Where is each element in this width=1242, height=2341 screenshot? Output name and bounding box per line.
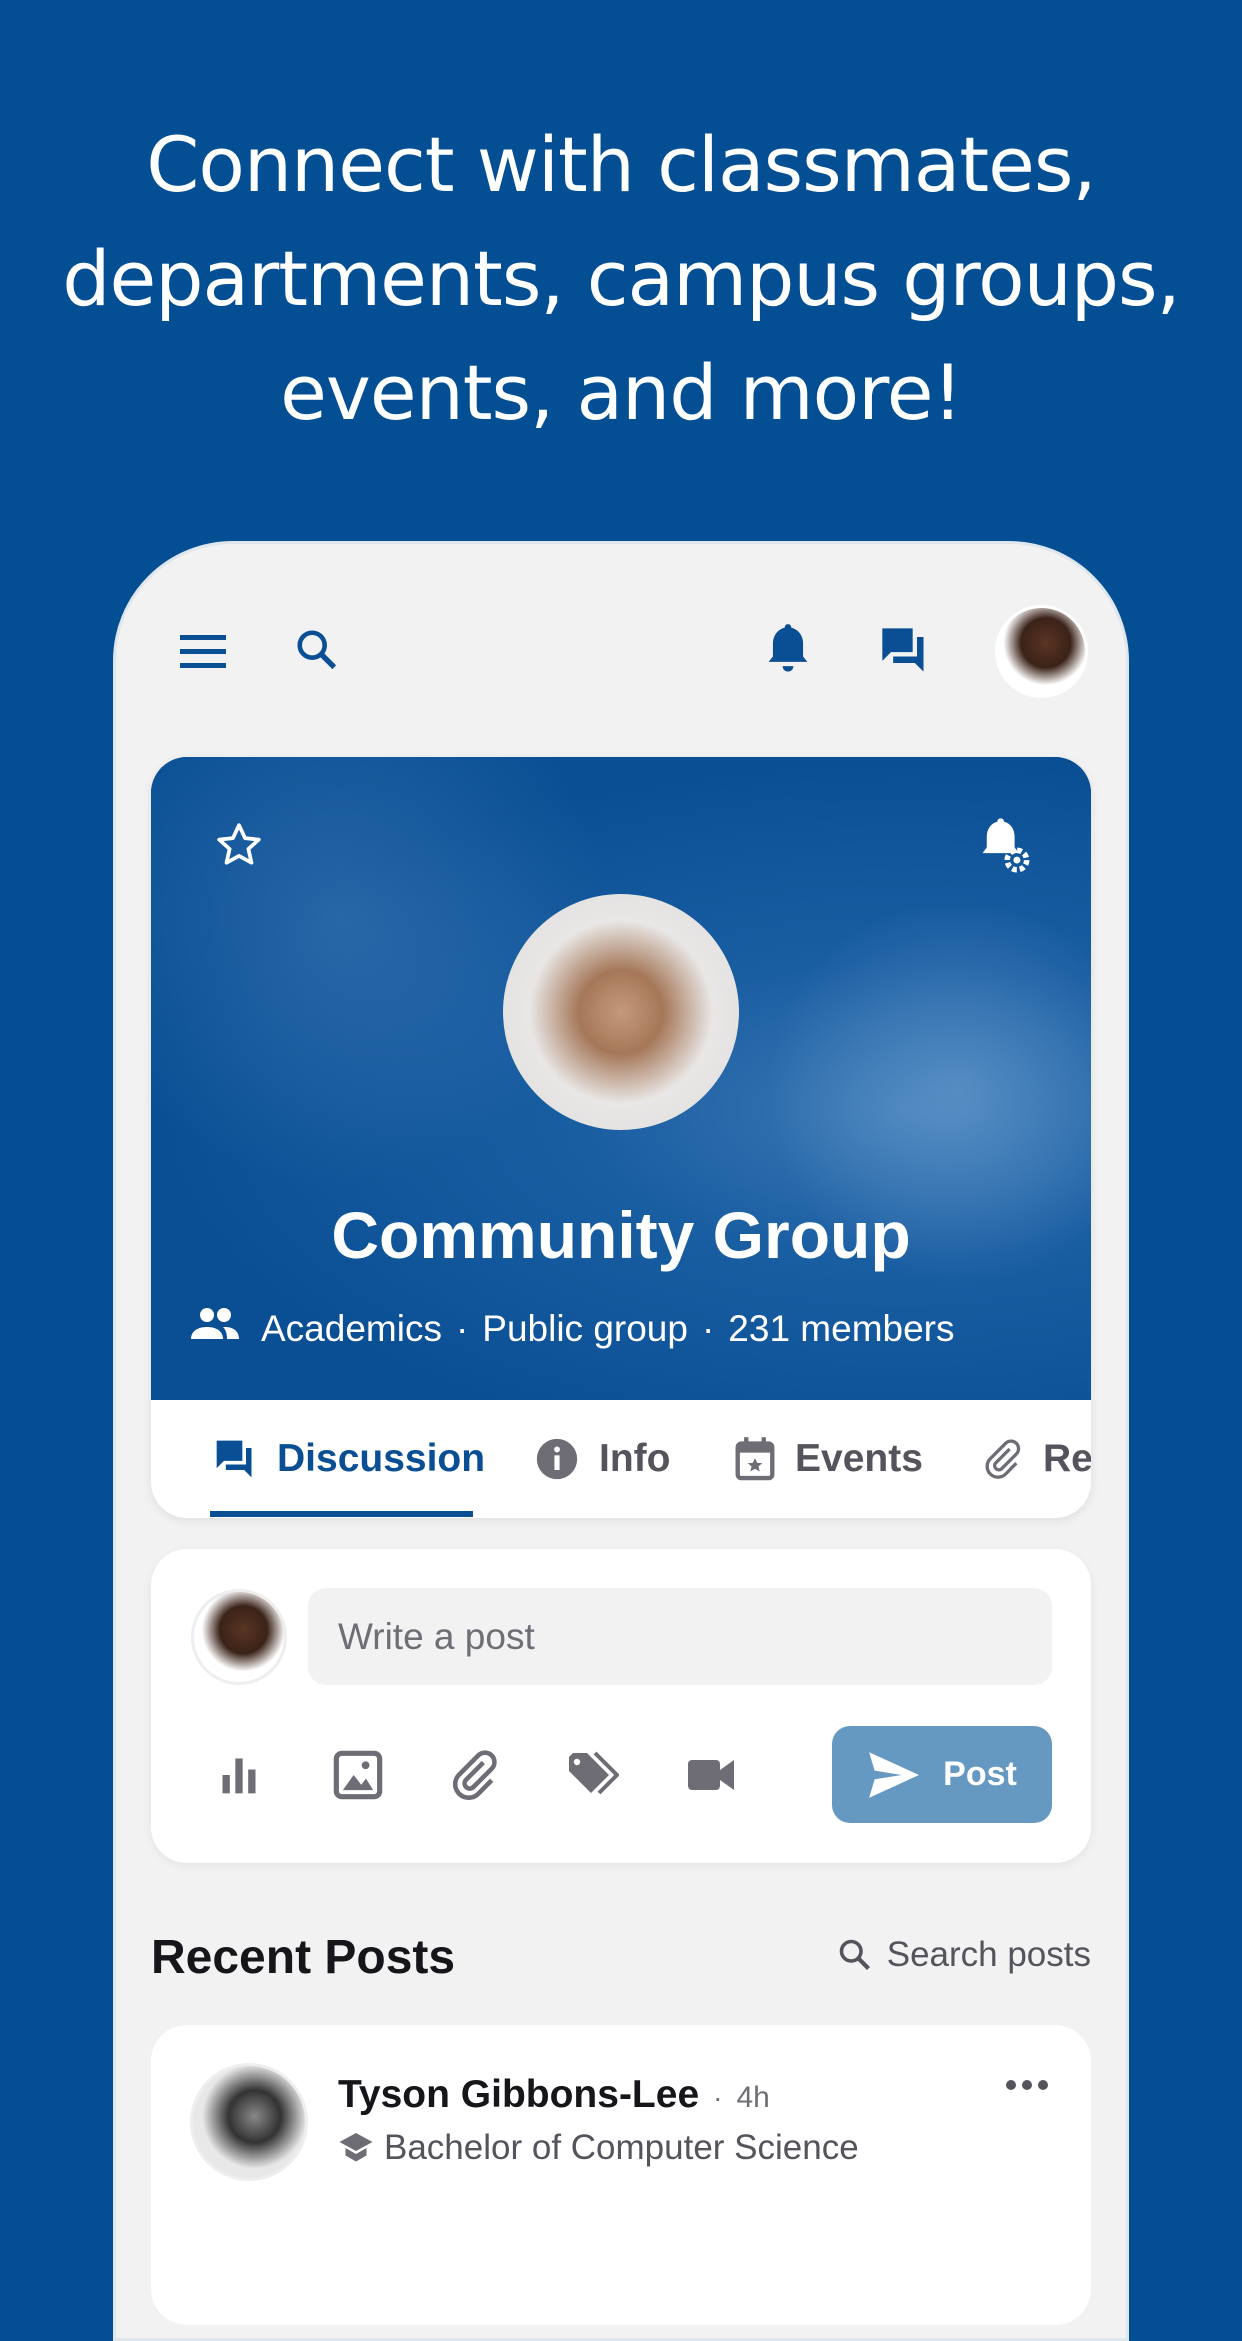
author-avatar[interactable]: [190, 2063, 308, 2181]
post-time: 4h: [736, 2081, 770, 2114]
post-header: Tyson Gibbons-Lee · 4h: [338, 2073, 770, 2117]
headline-line: departments, campus groups,: [62, 234, 1181, 323]
search-posts-label: Search posts: [886, 1935, 1091, 1974]
active-tab-indicator: [210, 1511, 473, 1517]
search-icon: [839, 1939, 870, 1970]
post-button[interactable]: Post: [832, 1726, 1052, 1823]
video-icon[interactable]: [684, 1747, 740, 1803]
tab-events[interactable]: Events: [735, 1400, 923, 1518]
info-icon: [536, 1438, 578, 1480]
calendar-icon: [735, 1437, 775, 1481]
tab-label: Discussion: [277, 1437, 486, 1480]
separator: ·: [455, 1307, 469, 1349]
group-meta: Academics · Public group · 231 members: [191, 1307, 955, 1350]
headline: Connect with classmates, departments, ca…: [0, 108, 1242, 450]
separator: ·: [713, 2082, 723, 2113]
poll-icon[interactable]: [213, 1749, 265, 1801]
graduation-cap-icon: [339, 2133, 373, 2162]
tab-label: Events: [795, 1437, 923, 1480]
send-icon: [869, 1751, 920, 1798]
separator: ·: [701, 1307, 715, 1349]
headline-line: Connect with classmates,: [146, 120, 1096, 209]
tag-icon[interactable]: [565, 1747, 621, 1803]
group-tabs: Discussion Info Events Re: [151, 1400, 1091, 1518]
paperclip-icon: [985, 1439, 1021, 1479]
post-composer: Write a post Post: [151, 1549, 1091, 1863]
tab-label: Re: [1043, 1437, 1091, 1480]
post-button-label: Post: [943, 1755, 1017, 1793]
group-members: 231 members: [728, 1307, 955, 1349]
composer-avatar: [191, 1589, 287, 1685]
bell-icon[interactable]: [760, 622, 816, 678]
search-icon[interactable]: [291, 624, 343, 676]
star-icon[interactable]: [211, 817, 267, 873]
image-icon[interactable]: [330, 1747, 386, 1803]
people-icon: [191, 1307, 239, 1350]
more-options-icon[interactable]: [997, 2065, 1057, 2105]
author-program: Bachelor of Computer Science: [338, 2128, 859, 2168]
tab-resources[interactable]: Re: [983, 1400, 1091, 1518]
write-post-input[interactable]: Write a post: [308, 1588, 1052, 1685]
search-posts-button[interactable]: Search posts: [837, 1935, 1091, 1975]
recent-posts-title: Recent Posts: [151, 1931, 456, 1984]
group-header-card: Community Group Academics · Public group…: [151, 757, 1091, 1518]
group-photo: [503, 894, 739, 1130]
group-title: Community Group: [331, 1198, 911, 1272]
group-cover: Community Group Academics · Public group…: [151, 757, 1091, 1400]
notification-settings-icon[interactable]: [973, 815, 1033, 875]
chat-icon[interactable]: [876, 622, 932, 678]
group-category: Academics: [261, 1307, 442, 1349]
post-card: Tyson Gibbons-Lee · 4h Bachelor of Compu…: [151, 2025, 1091, 2325]
tab-discussion[interactable]: Discussion: [213, 1400, 485, 1518]
headline-line: events, and more!: [280, 348, 963, 437]
attach-icon[interactable]: [447, 1747, 503, 1803]
tab-info[interactable]: Info: [535, 1400, 670, 1518]
tab-label: Info: [599, 1437, 671, 1480]
program-label: Bachelor of Computer Science: [384, 2128, 859, 2167]
group-privacy: Public group: [482, 1307, 688, 1349]
user-avatar[interactable]: [995, 605, 1088, 698]
forum-icon: [216, 1440, 252, 1478]
author-name[interactable]: Tyson Gibbons-Lee: [338, 2073, 699, 2117]
menu-icon[interactable]: [179, 628, 227, 676]
